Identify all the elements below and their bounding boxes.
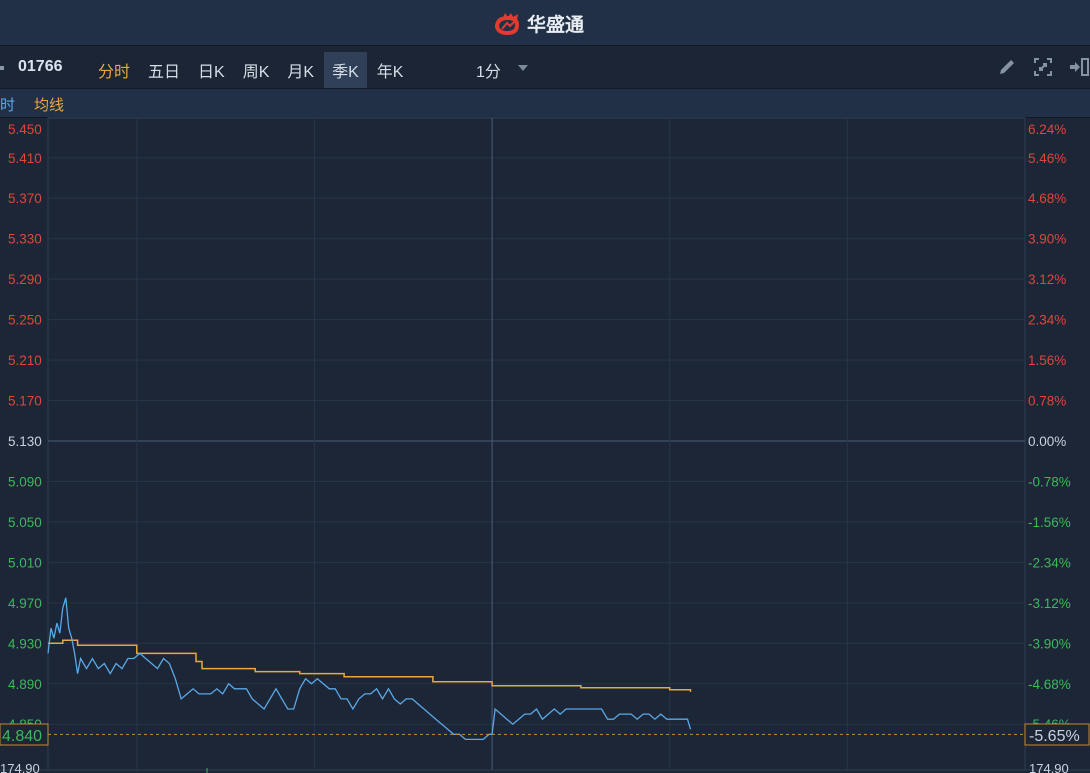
current-change-label: -5.65% xyxy=(1029,728,1080,745)
pct-tick-label: -2.34% xyxy=(1028,555,1071,570)
pct-tick-label: 0.00% xyxy=(1028,434,1066,449)
pct-tick-label: 3.12% xyxy=(1028,272,1066,287)
intraday-chart[interactable]: 5.450 6.24% 5.410 5.46% 5.370 4.68% 5.330 3.90%… xyxy=(0,0,1090,773)
pct-tick-label: -0.78% xyxy=(1028,474,1071,489)
volume-label-left: 174.90 xyxy=(0,761,40,773)
pct-tick-label: -4.68% xyxy=(1028,677,1071,692)
chart-series xyxy=(47,597,1025,741)
price-tick-label: 5.050 xyxy=(8,515,42,530)
price-tick-label: 5.250 xyxy=(8,313,42,328)
price-tick-label: 5.370 xyxy=(8,191,42,206)
pct-tick-label: 6.24% xyxy=(1028,122,1066,137)
price-tick-label: 5.010 xyxy=(8,555,42,570)
price-tick-label: 5.090 xyxy=(8,474,42,489)
price-line xyxy=(47,597,692,741)
price-tick-label: 5.210 xyxy=(8,353,42,368)
pct-tick-label: 2.34% xyxy=(1028,313,1066,328)
pct-tick-label: 5.46% xyxy=(1028,151,1066,166)
price-tick-label: 4.930 xyxy=(8,636,42,651)
pct-tick-label: 4.68% xyxy=(1028,191,1066,206)
volume-label-right: 174.90 xyxy=(1029,761,1069,773)
price-tick-label: 5.170 xyxy=(8,394,42,409)
pct-tick-label: 3.90% xyxy=(1028,232,1066,247)
pct-tick-label: -1.56% xyxy=(1028,515,1071,530)
plot-frame xyxy=(47,117,1026,771)
current-price-label: 4.840 xyxy=(2,728,42,745)
pct-tick-label: -3.90% xyxy=(1028,636,1071,651)
price-tick-label: 5.450 xyxy=(8,122,42,137)
pct-tick-label: 0.78% xyxy=(1028,394,1066,409)
price-tick-label: 5.290 xyxy=(8,272,42,287)
price-tick-label: 5.330 xyxy=(8,232,42,247)
pct-tick-label: -3.12% xyxy=(1028,596,1071,611)
pct-tick-label: 1.56% xyxy=(1028,353,1066,368)
price-tick-label: 4.890 xyxy=(8,677,42,692)
y-axis-labels: 5.450 6.24% 5.410 5.46% 5.370 4.68% 5.330 3.90%… xyxy=(8,122,1071,732)
chart-grid xyxy=(47,116,1026,771)
price-tick-label: 5.410 xyxy=(8,151,42,166)
price-tick-label: 5.130 xyxy=(8,434,42,449)
price-tick-label: 4.970 xyxy=(8,596,42,611)
